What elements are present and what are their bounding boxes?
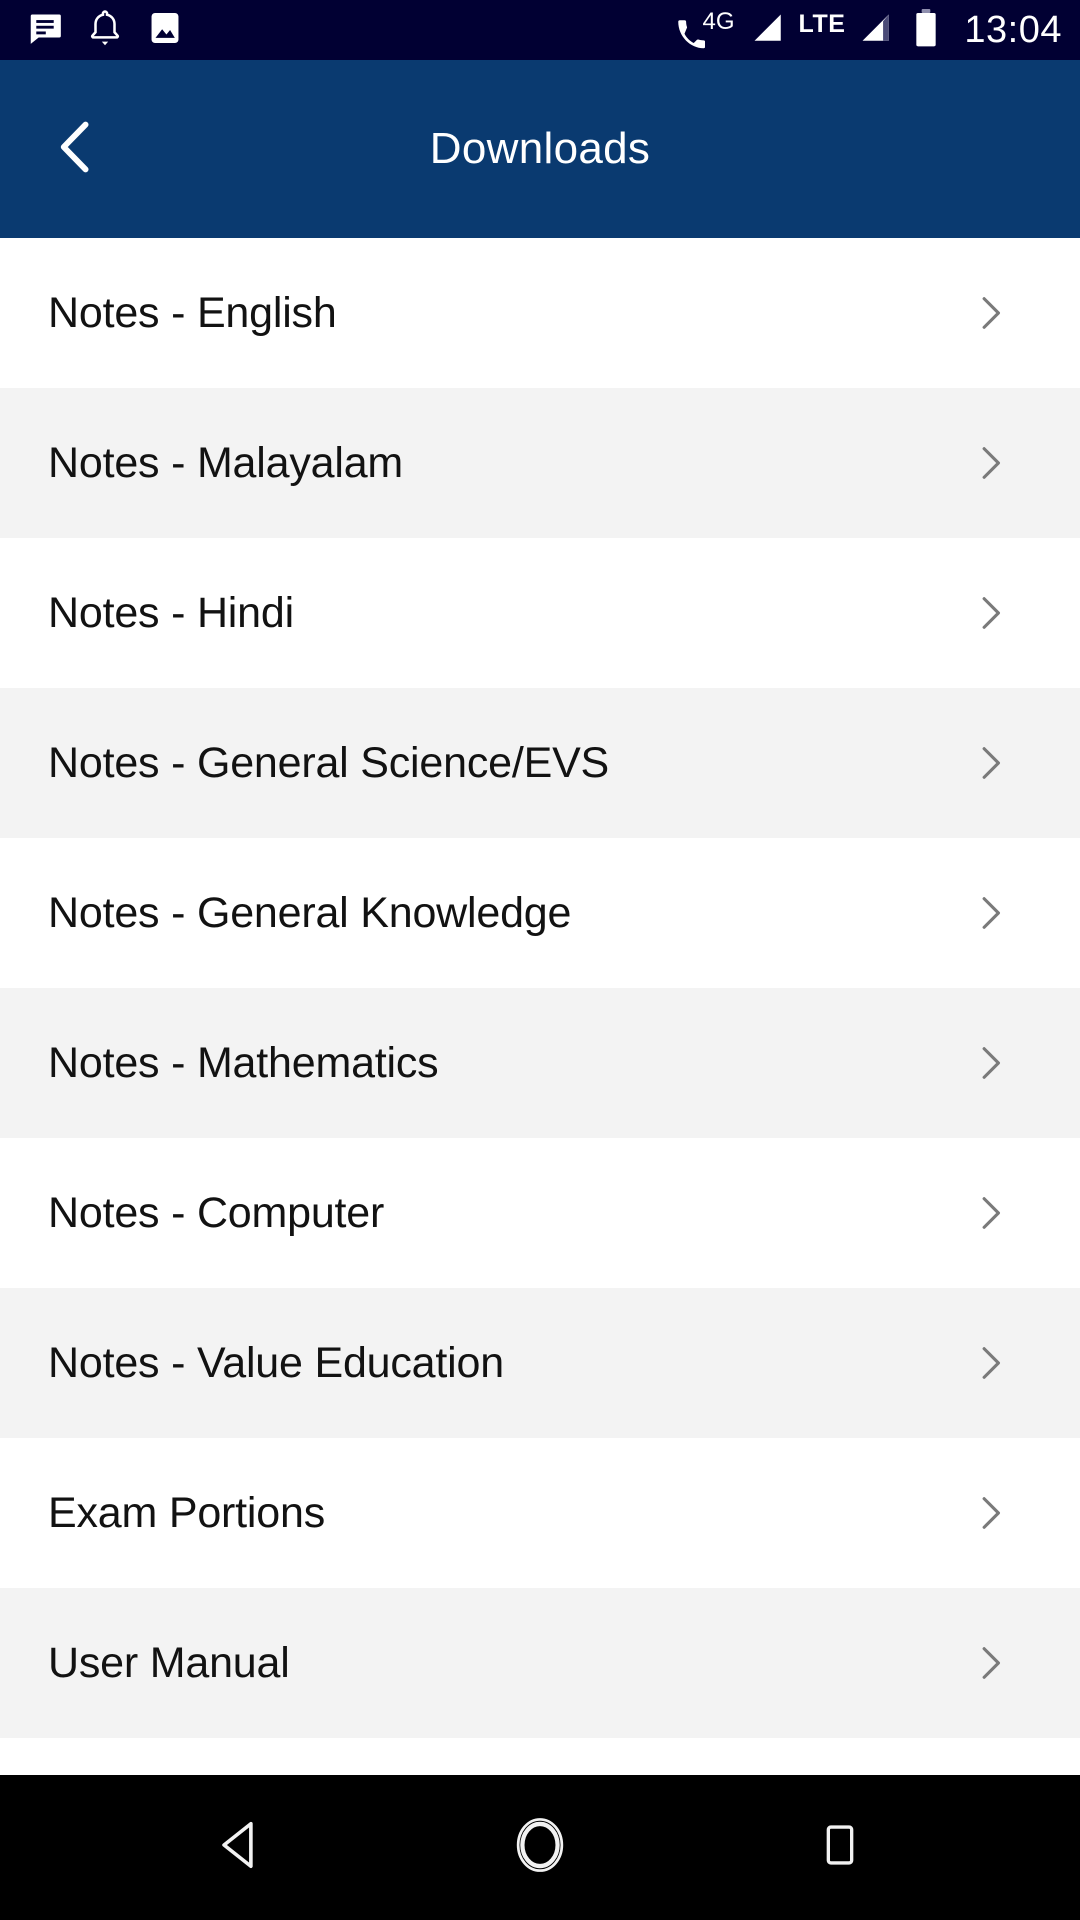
list-item[interactable]: Notes - Computer [0,1138,1080,1288]
list-item[interactable]: Notes - English [0,238,1080,388]
system-navigation-bar [0,1775,1080,1920]
chevron-right-icon [960,441,1020,485]
chevron-right-icon [960,1341,1020,1385]
list-item-label: Notes - Value Education [48,1338,504,1387]
lte-label: LTE [798,9,846,38]
list-item[interactable]: Notes - General Science/EVS [0,688,1080,838]
nav-back-button[interactable] [185,1793,295,1903]
battery-icon [913,8,939,53]
triangle-left-icon [211,1816,269,1879]
phone-screen: 4G LTE 13:04 Downloads Notes - English N… [0,0,1080,1920]
chevron-right-icon [960,1641,1020,1685]
list-item-label: Notes - Mathematics [48,1038,439,1087]
chevron-right-icon [960,1491,1020,1535]
status-bar: 4G LTE 13:04 [0,0,1080,60]
nav-home-button[interactable] [485,1793,595,1903]
list-item-label: Notes - Hindi [48,588,294,637]
list-item[interactable]: Exam Portions [0,1438,1080,1588]
list-item[interactable]: Notes - Malayalam [0,388,1080,538]
list-item[interactable]: Notes - Mathematics [0,988,1080,1138]
back-button[interactable] [28,101,124,197]
square-icon [815,1818,865,1877]
chevron-left-icon [44,115,108,184]
list-bottom-space [0,1739,1080,1775]
circle-icon [508,1813,572,1882]
message-icon [26,9,64,52]
list-item[interactable]: User Manual [0,1588,1080,1738]
status-bar-left-icons [26,9,184,52]
page-title: Downloads [429,124,651,173]
status-bar-clock: 13:04 [964,9,1062,51]
chevron-right-icon [960,1191,1020,1235]
list-item-label: User Manual [48,1638,290,1687]
bell-icon [86,9,124,52]
list-item-label: Notes - Malayalam [48,438,404,487]
app-header: Downloads [0,60,1080,238]
chevron-right-icon [960,291,1020,335]
chevron-right-icon [960,1041,1020,1085]
chevron-right-icon [960,891,1020,935]
chevron-right-icon [960,741,1020,785]
list-item-label: Notes - General Science/EVS [48,738,610,787]
image-icon [146,9,184,52]
list-item-label: Notes - General Knowledge [48,888,572,937]
status-bar-right-icons: 4G LTE 13:04 [675,8,1062,53]
list-item[interactable]: Notes - Value Education [0,1288,1080,1438]
list-item-label: Exam Portions [48,1488,326,1537]
list-item-label: Notes - Computer [48,1188,385,1237]
list-item[interactable]: Notes - General Knowledge [0,838,1080,988]
network-type-label: 4G [702,8,735,35]
nav-recents-button[interactable] [785,1793,895,1903]
chevron-right-icon [960,591,1020,635]
downloads-list: Notes - English Notes - Malayalam Notes … [0,238,1080,1739]
list-item-label: Notes - English [48,288,337,337]
list-item[interactable]: Notes - Hindi [0,538,1080,688]
signal-bars-icon-1 [750,11,786,50]
phone-call-icon: 4G [675,8,737,49]
signal-bars-icon-2 [858,11,894,50]
